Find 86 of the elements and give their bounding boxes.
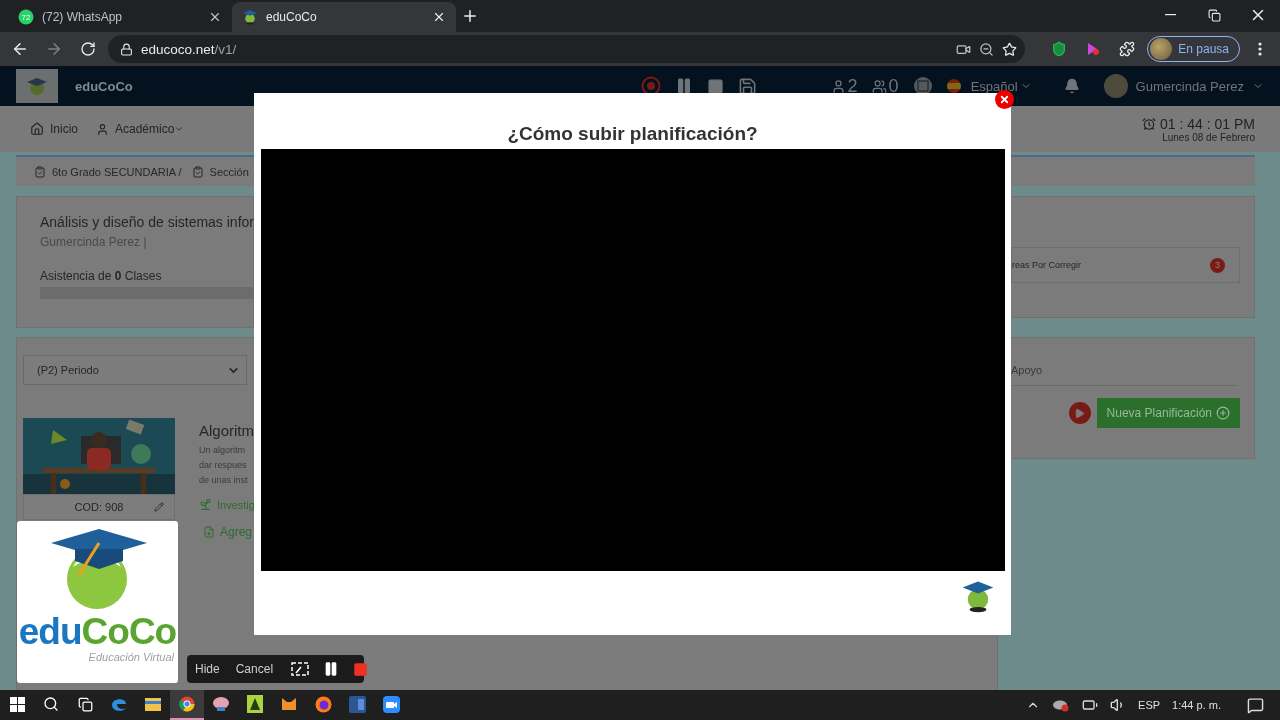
close-icon (999, 94, 1010, 105)
brand-tagline: Educación Virtual (88, 651, 174, 663)
save-icon[interactable] (737, 76, 757, 96)
bookmark-star-icon[interactable] (1002, 41, 1018, 57)
description-line: de unas inst (199, 474, 249, 487)
battery-icon[interactable] (1082, 697, 1099, 713)
language-indicator[interactable]: ESP (1138, 699, 1161, 711)
logo-icon (961, 579, 995, 613)
count-badge: 3 (1210, 257, 1225, 273)
screen-icon (291, 662, 310, 676)
course-title: Análisis y diseño de sistemas infor (40, 214, 253, 230)
flag-icon (946, 79, 961, 93)
nav-link[interactable]: Académico (96, 122, 185, 136)
nav-link[interactable]: Inicio (30, 122, 78, 136)
word-icon (348, 695, 366, 713)
taskbar-clock[interactable]: 1:44 p. m. (1172, 699, 1221, 711)
reload-icon (80, 41, 96, 57)
user-icon (830, 78, 846, 94)
profile-button[interactable]: En pausa (1147, 36, 1240, 62)
date-text: Lunes 08 de Febrero (1162, 131, 1255, 143)
play-shape-icon (1085, 41, 1102, 57)
browser-tab[interactable]: eduCoCo (232, 2, 456, 32)
logo-icon (242, 9, 258, 25)
windows-icon (9, 696, 25, 712)
alarm-icon (1142, 116, 1157, 131)
chevron-down-icon (174, 124, 185, 134)
users-icon (871, 78, 887, 94)
stop-icon (353, 661, 369, 677)
brand-name: eduCoCo (75, 78, 133, 94)
restore-icon (1207, 8, 1221, 22)
notification-icon[interactable] (1247, 696, 1264, 714)
video-call-icon (382, 695, 400, 713)
stop-icon[interactable] (706, 77, 724, 95)
avatar (1150, 38, 1173, 60)
tasks-card[interactable]: reas Por Corregir 3 (1011, 247, 1240, 283)
hide-button[interactable]: Hide (193, 662, 222, 676)
plus-circle-icon (1216, 406, 1230, 420)
breadcrumb-item[interactable]: Sección (209, 165, 249, 178)
dialog-title: ¿Cómo subir planificación? (507, 123, 758, 146)
online-count: 2 (847, 75, 858, 97)
close-icon[interactable] (432, 10, 446, 24)
firefox-icon (314, 695, 332, 713)
zoom-icon[interactable] (979, 41, 995, 57)
play-icon (1074, 407, 1086, 419)
user-menu[interactable]: Gumercinda Perez (1103, 74, 1264, 98)
lesson-code: COD: 908 (74, 501, 124, 513)
search-icon (43, 696, 59, 712)
offline-count: 0 (888, 75, 899, 97)
task-view-icon (77, 696, 93, 712)
plus-icon (461, 7, 479, 25)
period-select[interactable]: (P2) Periodo (23, 355, 247, 385)
menu-icon (1258, 42, 1262, 56)
file-plus-icon (203, 526, 215, 538)
folder-icon (144, 696, 162, 712)
clock-time: 01 : 44 : 01 PM (1160, 115, 1255, 132)
browser-tab[interactable]: 72 (72) WhatsApp (8, 2, 232, 32)
new-plan-button[interactable]: Nueva Planificación (1096, 398, 1240, 428)
chat-icon: 72 (18, 9, 34, 25)
arrow-right-icon (45, 40, 63, 58)
breadcrumb-item[interactable]: 6to Grado SECUNDARIA / (52, 165, 182, 178)
shield-icon (1051, 41, 1068, 57)
attendance-text: Asistencia de 0 Clases (40, 269, 163, 283)
logo-icon (16, 69, 58, 103)
taskbar-app[interactable] (170, 690, 204, 720)
cancel-button[interactable]: Cancel (233, 662, 276, 676)
clipboard-icon (191, 165, 204, 178)
play-button[interactable] (1068, 402, 1091, 424)
app-icon (247, 695, 263, 713)
brand-name: eduCoCo (18, 613, 177, 651)
description-line: dar respues (199, 459, 248, 472)
record-icon[interactable] (640, 76, 661, 96)
chrome-icon (179, 696, 195, 712)
puzzle-icon (1119, 41, 1136, 57)
cloud-icon[interactable] (1052, 698, 1071, 712)
close-icon[interactable] (208, 10, 222, 24)
home-icon (30, 122, 44, 136)
clipboard-icon (34, 165, 46, 178)
bell-icon[interactable] (1063, 78, 1080, 94)
sprout-icon (199, 498, 212, 511)
lock-icon (120, 42, 133, 56)
minimize-icon (1164, 14, 1176, 16)
lesson-title: Algoritm (199, 422, 255, 439)
address-bar[interactable]: educoco.net/v1/ (108, 35, 1026, 63)
user-icon (96, 122, 109, 136)
avatar (1103, 74, 1128, 98)
description-line: Un algoritm (199, 444, 246, 457)
